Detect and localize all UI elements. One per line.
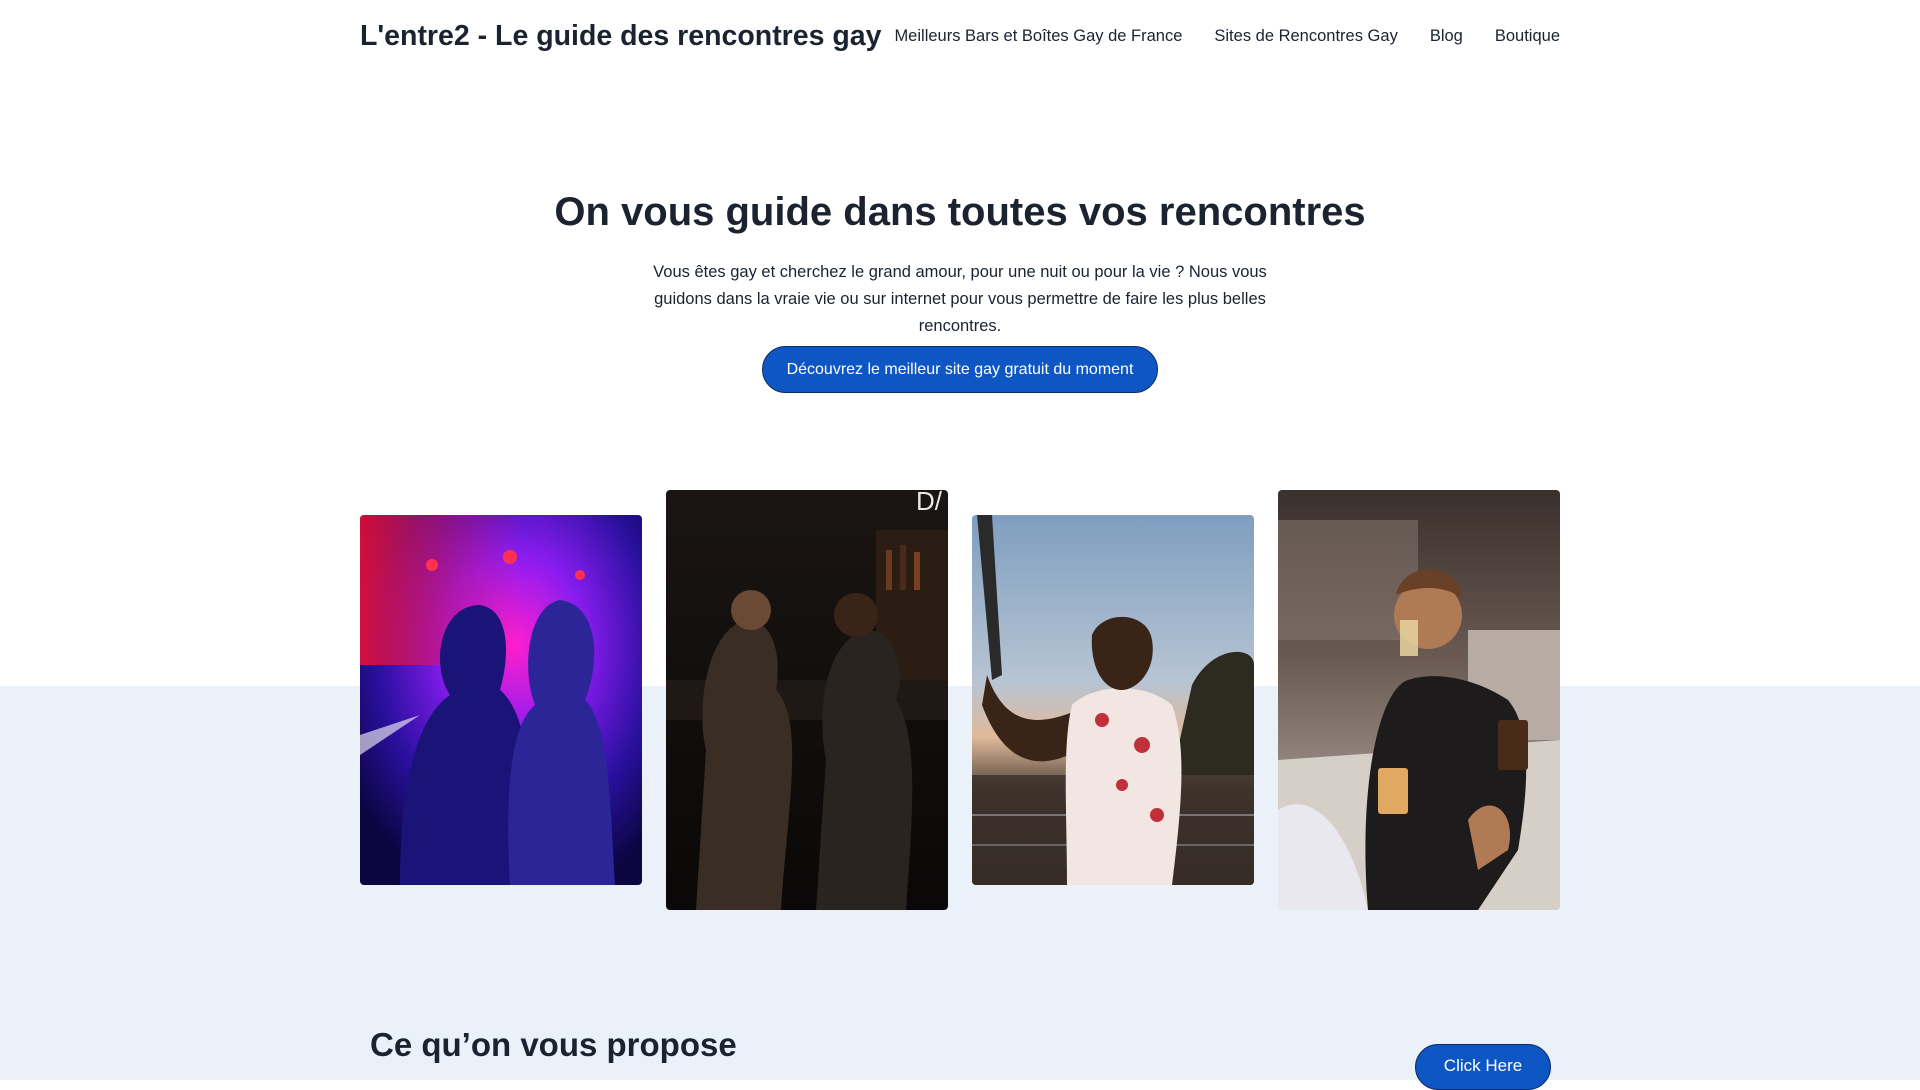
section-title: Ce qu’on vous propose bbox=[370, 1026, 737, 1063]
site-title[interactable]: L'entre2 - Le guide des rencontres gay bbox=[360, 20, 882, 53]
light-blue-band bbox=[0, 686, 1920, 1080]
click-here-button[interactable]: Click Here bbox=[1415, 1044, 1551, 1090]
selfie-sunset-photo bbox=[972, 515, 1254, 885]
bar-couple-photo: D/ bbox=[666, 490, 948, 910]
nav-link-blog[interactable]: Blog bbox=[1430, 27, 1463, 46]
site-header: L'entre2 - Le guide des rencontres gay M… bbox=[360, 0, 1560, 76]
cta-button[interactable]: Découvrez le meilleur site gay gratuit d… bbox=[762, 346, 1158, 393]
nav-link-boutique[interactable]: Boutique bbox=[1495, 27, 1560, 46]
svg-text:D/: D/ bbox=[916, 490, 943, 516]
club-kiss-photo bbox=[360, 515, 642, 885]
nav-link-sites[interactable]: Sites de Rencontres Gay bbox=[1214, 27, 1397, 46]
nav-link-bars[interactable]: Meilleurs Bars et Boîtes Gay de France bbox=[894, 27, 1182, 46]
hero-text: Vous êtes gay et cherchez le grand amour… bbox=[653, 263, 1267, 335]
hero-title: On vous guide dans toutes vos rencontres bbox=[554, 190, 1366, 234]
bar-beer-photo bbox=[1278, 490, 1560, 910]
main-nav: Meilleurs Bars et Boîtes Gay de France S… bbox=[894, 27, 1560, 46]
